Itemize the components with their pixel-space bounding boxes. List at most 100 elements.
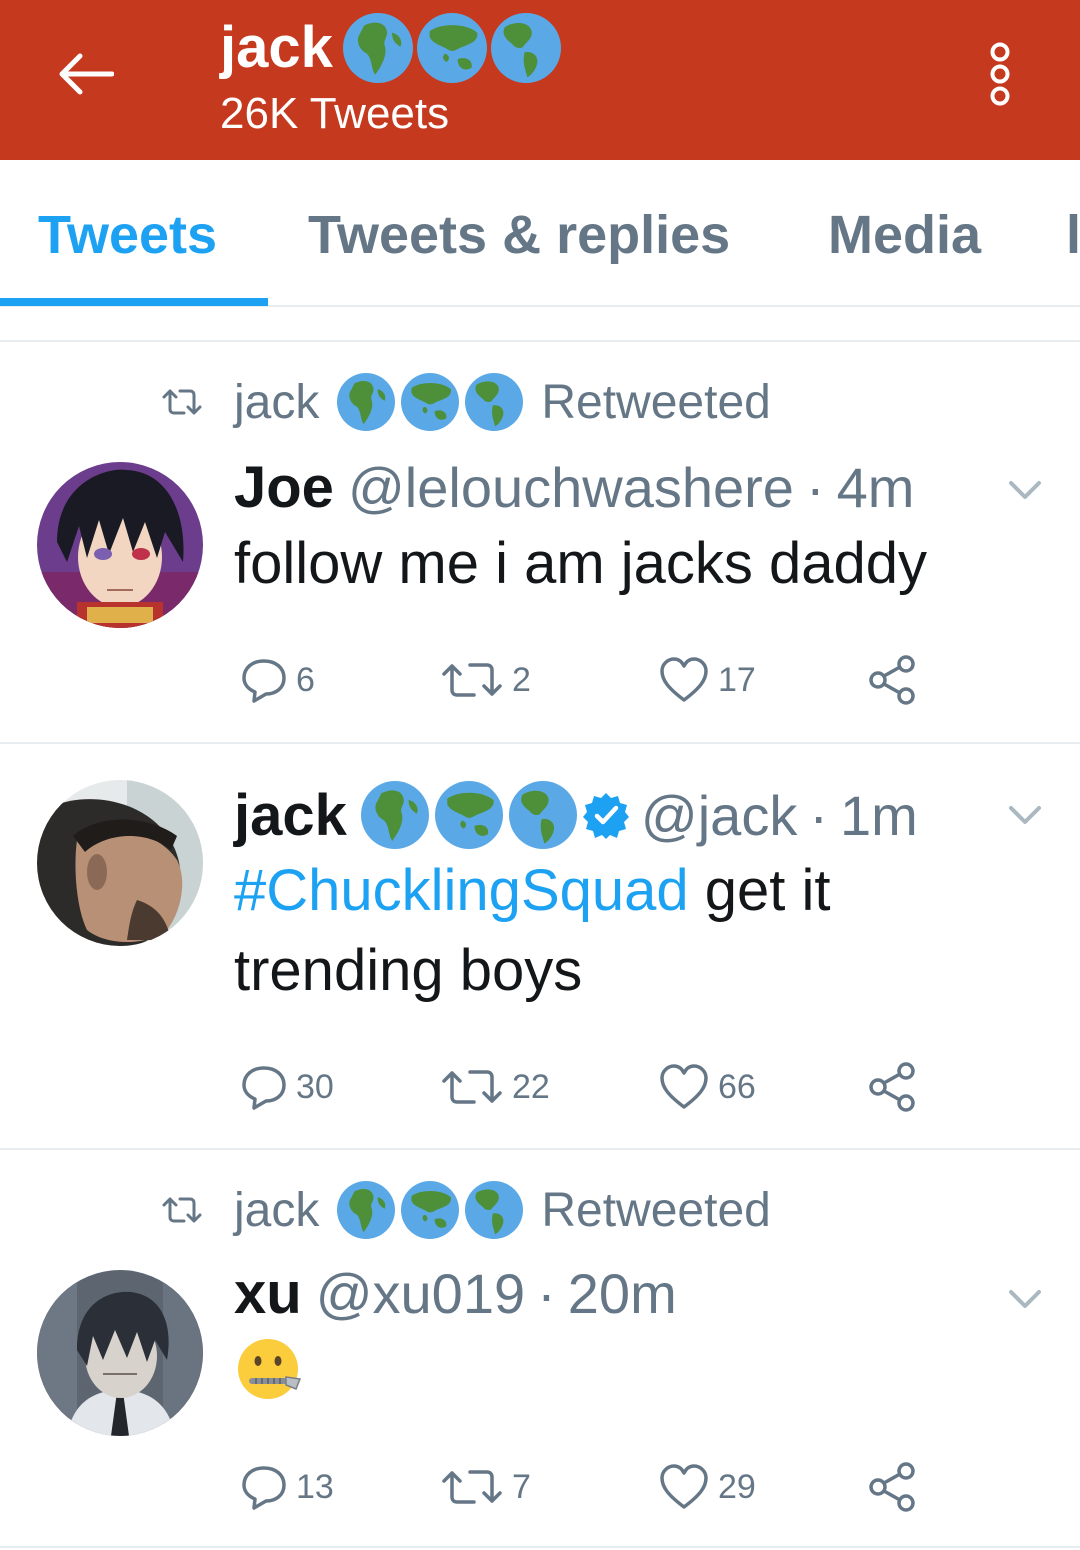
handle[interactable]: @jack (641, 783, 797, 848)
globe-americas-icon (508, 781, 577, 849)
share-button[interactable] (866, 1462, 926, 1512)
retweet-icon (442, 663, 502, 697)
reply-icon (242, 1466, 286, 1510)
handle[interactable]: @xu019 (316, 1261, 525, 1326)
share-button[interactable] (866, 655, 926, 705)
like-button[interactable]: 29 (658, 1462, 756, 1512)
reply-count: 30 (296, 1067, 334, 1106)
reply-count: 6 (296, 660, 315, 699)
reply-icon (242, 659, 286, 703)
like-count: 66 (718, 1067, 756, 1106)
globe-americas-icon (465, 1181, 524, 1239)
active-tab-indicator (0, 298, 268, 306)
retweet-button[interactable]: 2 (440, 655, 531, 705)
timestamp[interactable]: 20m (568, 1261, 677, 1326)
like-button[interactable]: 17 (658, 655, 756, 705)
globe-africa-icon (360, 781, 429, 849)
profile-tabs: Tweets Tweets & replies Media l (0, 160, 1080, 307)
globe-americas-icon (465, 373, 524, 431)
display-name[interactable]: xu (234, 1260, 302, 1327)
back-button[interactable] (50, 38, 122, 110)
reply-button[interactable]: 30 (240, 1062, 334, 1112)
retweet-count: 22 (512, 1067, 550, 1106)
retweeter-name[interactable]: jack (234, 1183, 319, 1238)
chevron-down-icon[interactable] (1005, 800, 1045, 830)
tweet-actions: 30 22 66 (240, 1062, 960, 1112)
like-count: 29 (718, 1467, 756, 1506)
tweet-header: Joe @lelouchwashere · 4m (234, 452, 914, 522)
divider (0, 742, 1080, 744)
avatar-image-icon (37, 1270, 203, 1436)
chevron-down-icon[interactable] (1005, 1284, 1045, 1314)
globe-africa-icon (337, 1181, 396, 1239)
retweet-context: jack Retweeted (160, 1180, 771, 1240)
retweet-count: 2 (512, 660, 531, 699)
zipper-mouth-face-icon (238, 1339, 302, 1399)
share-icon (869, 655, 915, 705)
tweet-count: 26K Tweets (220, 89, 450, 138)
retweet-icon (162, 389, 202, 415)
tab-media[interactable]: Media (828, 205, 981, 265)
arrow-left-icon (59, 53, 114, 95)
like-button[interactable]: 66 (658, 1062, 756, 1112)
globe-africa-icon (337, 373, 396, 431)
globe-americas-icon (490, 13, 561, 83)
tab-likes[interactable]: l (1066, 205, 1080, 265)
reply-button[interactable]: 13 (240, 1462, 334, 1512)
reply-count: 13 (296, 1467, 334, 1506)
tweet-header: jack @jack · 1m (234, 780, 918, 850)
retweet-button[interactable]: 7 (440, 1462, 531, 1512)
avatar[interactable] (37, 780, 203, 946)
hashtag-link[interactable]: #ChucklingSquad (234, 858, 689, 923)
more-options-button[interactable] (982, 40, 1018, 112)
avatar[interactable] (37, 1270, 203, 1436)
heart-icon (660, 1464, 708, 1509)
heart-icon (660, 657, 708, 702)
separator: · (537, 1261, 556, 1325)
profile-header: jack 26K Tweets (0, 0, 1080, 160)
retweeter-name[interactable]: jack (234, 375, 319, 430)
reply-button[interactable]: 6 (240, 655, 315, 705)
like-count: 17 (718, 660, 756, 699)
timestamp[interactable]: 1m (840, 783, 918, 848)
tweet-actions: 13 7 29 (240, 1462, 960, 1512)
retweet-icon (442, 1470, 502, 1504)
separator: · (805, 455, 825, 519)
separator: · (809, 783, 828, 847)
display-name[interactable]: Joe (234, 454, 334, 521)
tab-tweets[interactable]: Tweets (38, 205, 217, 265)
globe-asia-icon (416, 13, 487, 83)
tweet-text: #ChucklingSquad get it trending boys (234, 851, 1014, 1011)
retweeted-label: Retweeted (541, 375, 771, 429)
share-icon (869, 1062, 915, 1112)
divider (0, 1546, 1080, 1548)
reply-icon (242, 1066, 286, 1110)
divider (0, 340, 1080, 342)
display-name[interactable]: jack (234, 782, 347, 849)
avatar-image-icon (37, 780, 203, 946)
handle[interactable]: @lelouchwashere (348, 455, 794, 520)
retweet-button[interactable]: 22 (440, 1062, 550, 1112)
avatar-image-icon (37, 462, 203, 628)
avatar[interactable] (37, 462, 203, 628)
tweet-header: xu @xu019 · 20m (234, 1258, 677, 1328)
globe-asia-icon (401, 1181, 460, 1239)
retweet-count: 7 (512, 1467, 531, 1506)
retweet-context: jack Retweeted (160, 372, 771, 432)
share-icon (869, 1462, 915, 1512)
verified-badge-icon (582, 793, 629, 839)
globe-asia-icon (401, 373, 460, 431)
timestamp[interactable]: 4m (837, 455, 915, 520)
tab-tweets-replies[interactable]: Tweets & replies (308, 205, 730, 265)
retweet-icon (162, 1197, 202, 1223)
vertical-dots-icon (990, 42, 1010, 106)
profile-title: jack (220, 8, 561, 88)
globe-africa-icon (342, 13, 413, 83)
retweet-icon (442, 1070, 502, 1104)
share-button[interactable] (866, 1062, 926, 1112)
heart-icon (660, 1064, 708, 1109)
chevron-down-icon[interactable] (1005, 475, 1045, 505)
tweet-actions: 6 2 17 (240, 655, 960, 705)
divider (0, 1148, 1080, 1150)
globe-asia-icon (434, 781, 503, 849)
